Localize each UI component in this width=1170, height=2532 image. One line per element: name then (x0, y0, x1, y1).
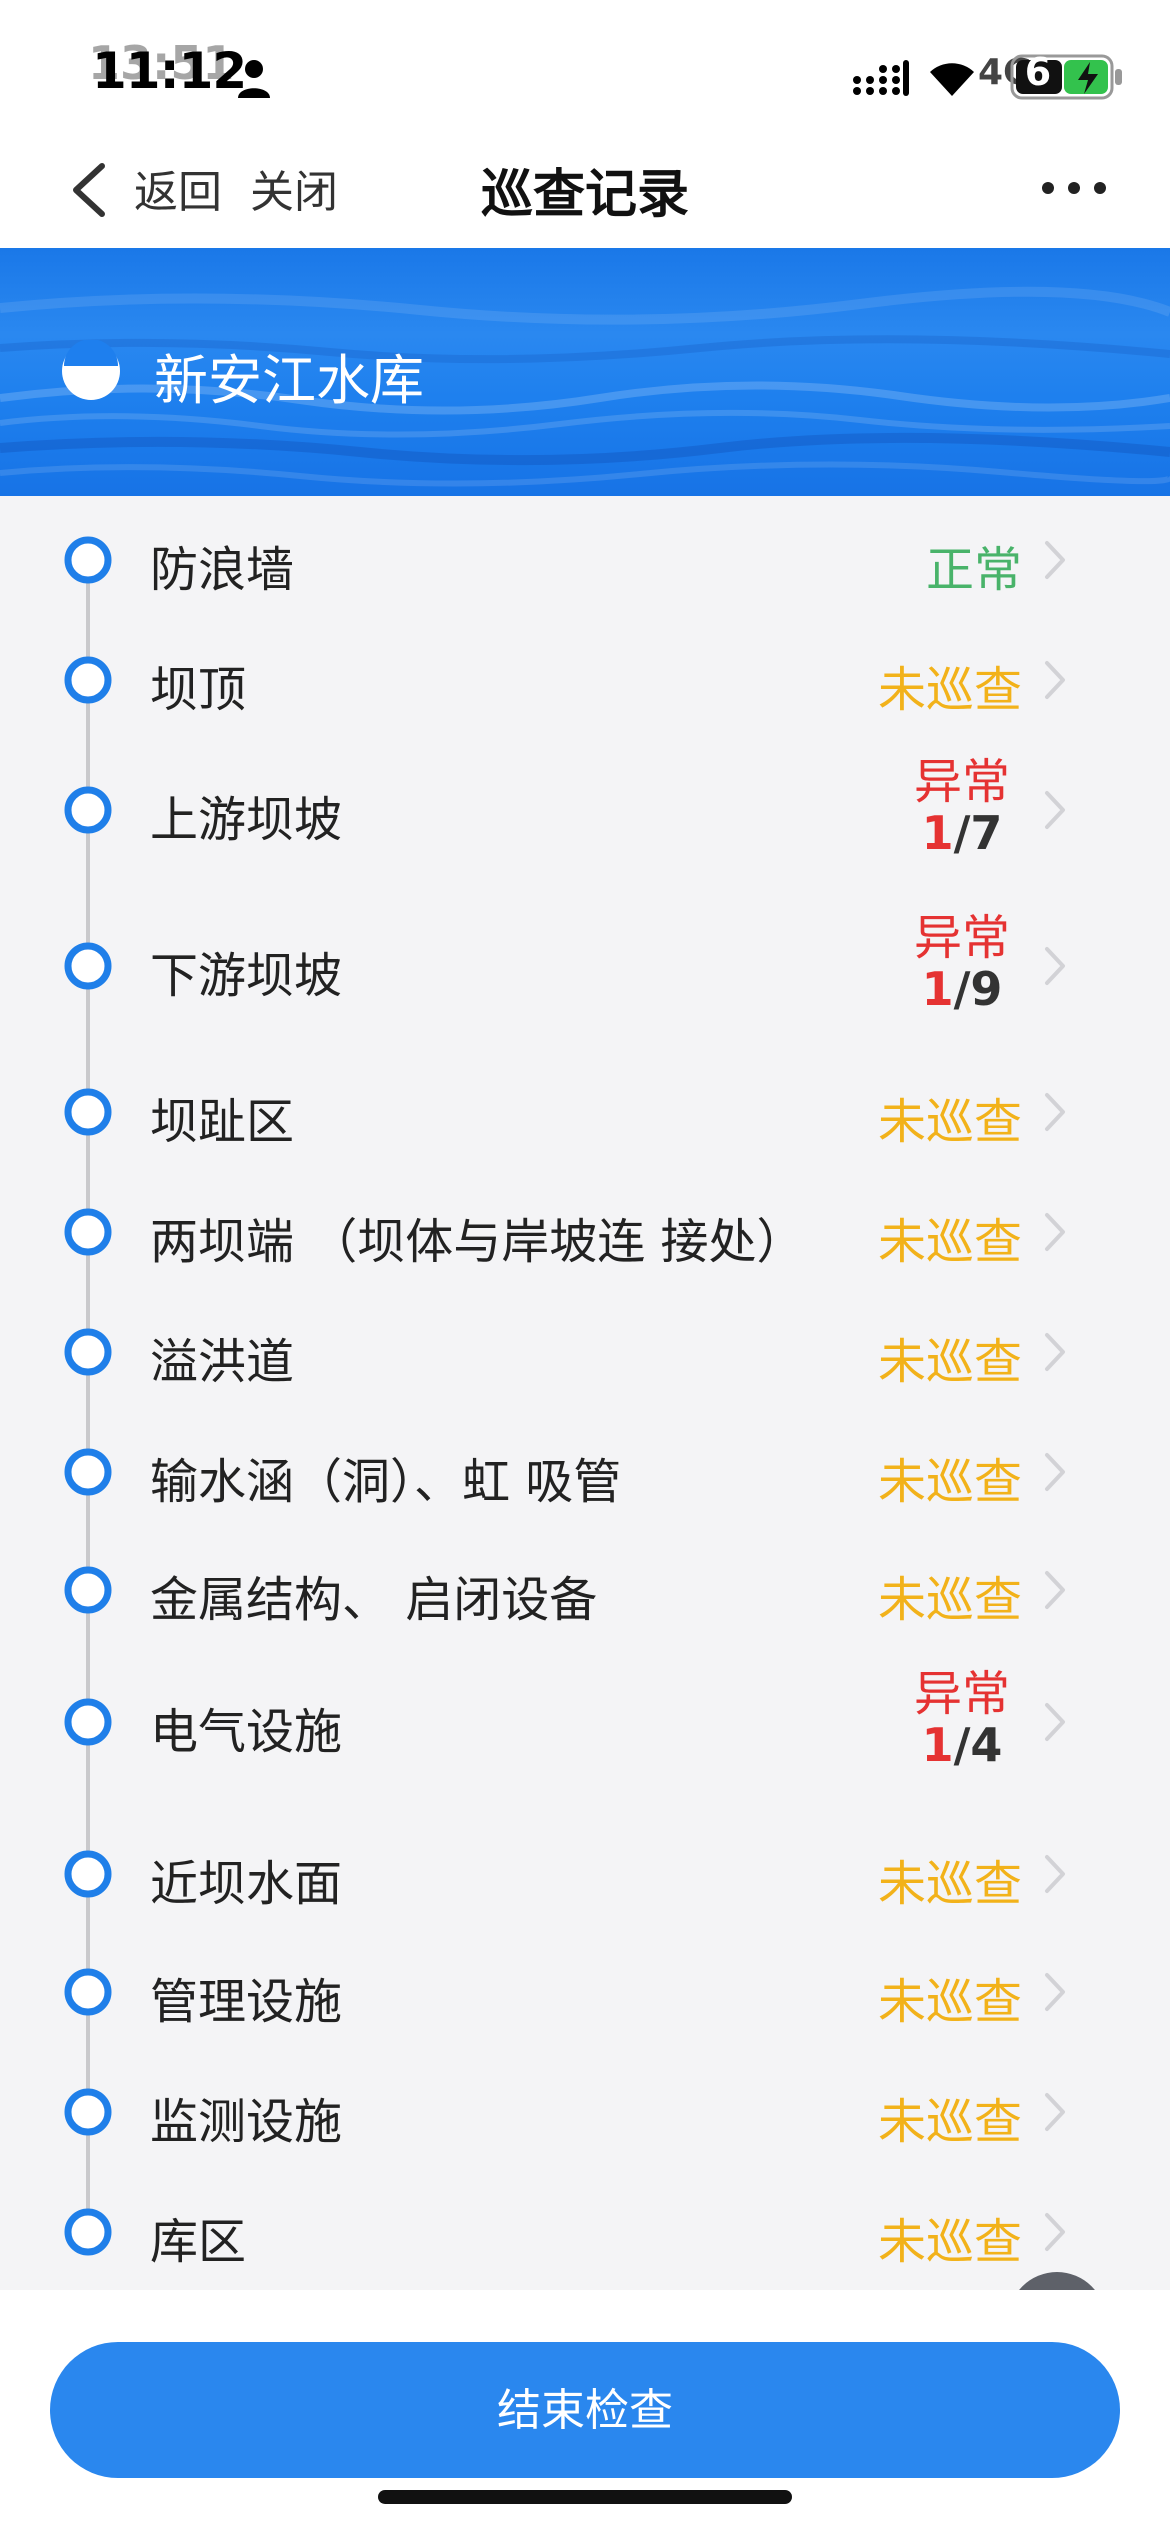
wifi-icon (930, 63, 974, 96)
timeline-dot-icon (64, 2088, 112, 2136)
inspection-item-label: 坝顶 (150, 662, 247, 718)
timeline-dot-icon (64, 1448, 112, 1496)
timeline-dot-icon (64, 1328, 112, 1376)
back-button[interactable]: 返回 (134, 156, 222, 220)
inspection-status: 未巡查 (877, 1094, 1022, 1150)
inspection-item-label: 库区 (150, 2214, 247, 2270)
abnormal-count: 1/4 (902, 1718, 1022, 1772)
abnormal-count-value: 1 (921, 806, 954, 860)
inspection-status: 未巡查 (877, 2214, 1022, 2270)
inspection-status: 未巡查 (877, 1856, 1022, 1912)
signal-icon (853, 60, 909, 96)
chevron-right-icon (1045, 1213, 1065, 1251)
inspection-list: 防浪墙 正常 坝顶 未巡查 上游坝坡 异常 1/7 下游坝坡 异常 1/9 坝趾区 未巡查 两坝端 （坝… (0, 496, 1170, 2290)
timeline-dot-icon (64, 536, 112, 584)
inspection-item-label: 下游坝坡 (150, 948, 343, 1004)
chevron-right-icon (1045, 791, 1065, 829)
timeline-dot-icon (64, 1850, 112, 1898)
chevron-right-icon (1045, 1855, 1065, 1893)
inspection-item-label: 电气设施 (150, 1704, 343, 1760)
chevron-right-icon (1045, 1453, 1065, 1491)
chevron-right-icon (1045, 1333, 1065, 1371)
inspection-item-label: 坝趾区 (150, 1094, 295, 1150)
inspection-item-label: 金属结构、 启闭设备 (150, 1572, 598, 1628)
person-icon (238, 60, 270, 98)
end-inspection-button[interactable]: 结束检查 (50, 2342, 1120, 2478)
inspection-status: 未巡查 (877, 1214, 1022, 1270)
timeline-dot-icon (64, 656, 112, 704)
inspection-item-label: 溢洪道 (150, 1334, 295, 1390)
inspection-status: 未巡查 (877, 1974, 1022, 2030)
timeline-dot-icon (64, 2208, 112, 2256)
inspection-item-label: 输水涵（洞）、虹 吸管 (150, 1454, 622, 1510)
timeline-dot-icon (64, 942, 112, 990)
timeline-dot-icon (64, 1698, 112, 1746)
inspection-status: 正常 (925, 542, 1022, 598)
timeline-dot-icon (64, 1968, 112, 2016)
abnormal-count: 1/7 (902, 806, 1022, 860)
chevron-right-icon (1045, 1093, 1065, 1131)
chevron-right-icon (1045, 2093, 1065, 2131)
inspection-item-label: 监测设施 (150, 2094, 343, 2150)
chevron-right-icon (1045, 661, 1065, 699)
timeline-dot-icon (64, 786, 112, 834)
reservoir-icon (62, 340, 120, 400)
bottom-area: 结束检查 (0, 2290, 1170, 2532)
chevron-right-icon (1045, 541, 1065, 579)
total-count: /4 (953, 1718, 1003, 1772)
chevron-right-icon (1045, 1973, 1065, 2011)
chevron-right-icon (1045, 1571, 1065, 1609)
inspection-status: 未巡查 (877, 1572, 1022, 1628)
status-bar: 13:51 11:12 4G 6 (0, 0, 1170, 130)
chevron-right-icon (1045, 947, 1065, 985)
timeline-dot-icon (64, 1088, 112, 1136)
more-icon[interactable] (1040, 170, 1108, 206)
home-indicator (378, 2490, 792, 2504)
reservoir-banner: 新安江水库 (0, 248, 1170, 496)
inspection-item-label: 近坝水面 (150, 1856, 343, 1912)
inspection-item-label: 两坝端 （坝体与岸坡连 接处） (150, 1214, 805, 1270)
chevron-right-icon (1045, 2213, 1065, 2251)
battery-level: 6 (1024, 50, 1052, 94)
abnormal-count: 1/9 (902, 962, 1022, 1016)
inspection-item-label: 防浪墙 (150, 542, 295, 598)
reservoir-name: 新安江水库 (154, 349, 424, 412)
chevron-right-icon (1045, 1703, 1065, 1741)
inspection-item-label: 管理设施 (150, 1974, 343, 2030)
inspection-status: 未巡查 (877, 662, 1022, 718)
close-button[interactable]: 关闭 (250, 156, 338, 220)
timeline-dot-icon (64, 1566, 112, 1614)
inspection-status: 未巡查 (877, 2094, 1022, 2150)
inspection-status: 未巡查 (877, 1454, 1022, 1510)
abnormal-count-value: 1 (921, 1718, 954, 1772)
status-time: 11:12 (92, 42, 247, 100)
total-count: /7 (953, 806, 1003, 860)
inspection-item-label: 上游坝坡 (150, 792, 343, 848)
back-icon[interactable] (66, 160, 112, 220)
inspection-status: 异常 (913, 754, 1010, 810)
inspection-status: 异常 (913, 1666, 1010, 1722)
timeline-dot-icon (64, 1208, 112, 1256)
abnormal-count-value: 1 (921, 962, 954, 1016)
total-count: /9 (953, 962, 1003, 1016)
inspection-status: 异常 (913, 910, 1010, 966)
nav-bar: 返回 关闭 巡查记录 (0, 130, 1170, 248)
inspection-status: 未巡查 (877, 1334, 1022, 1390)
